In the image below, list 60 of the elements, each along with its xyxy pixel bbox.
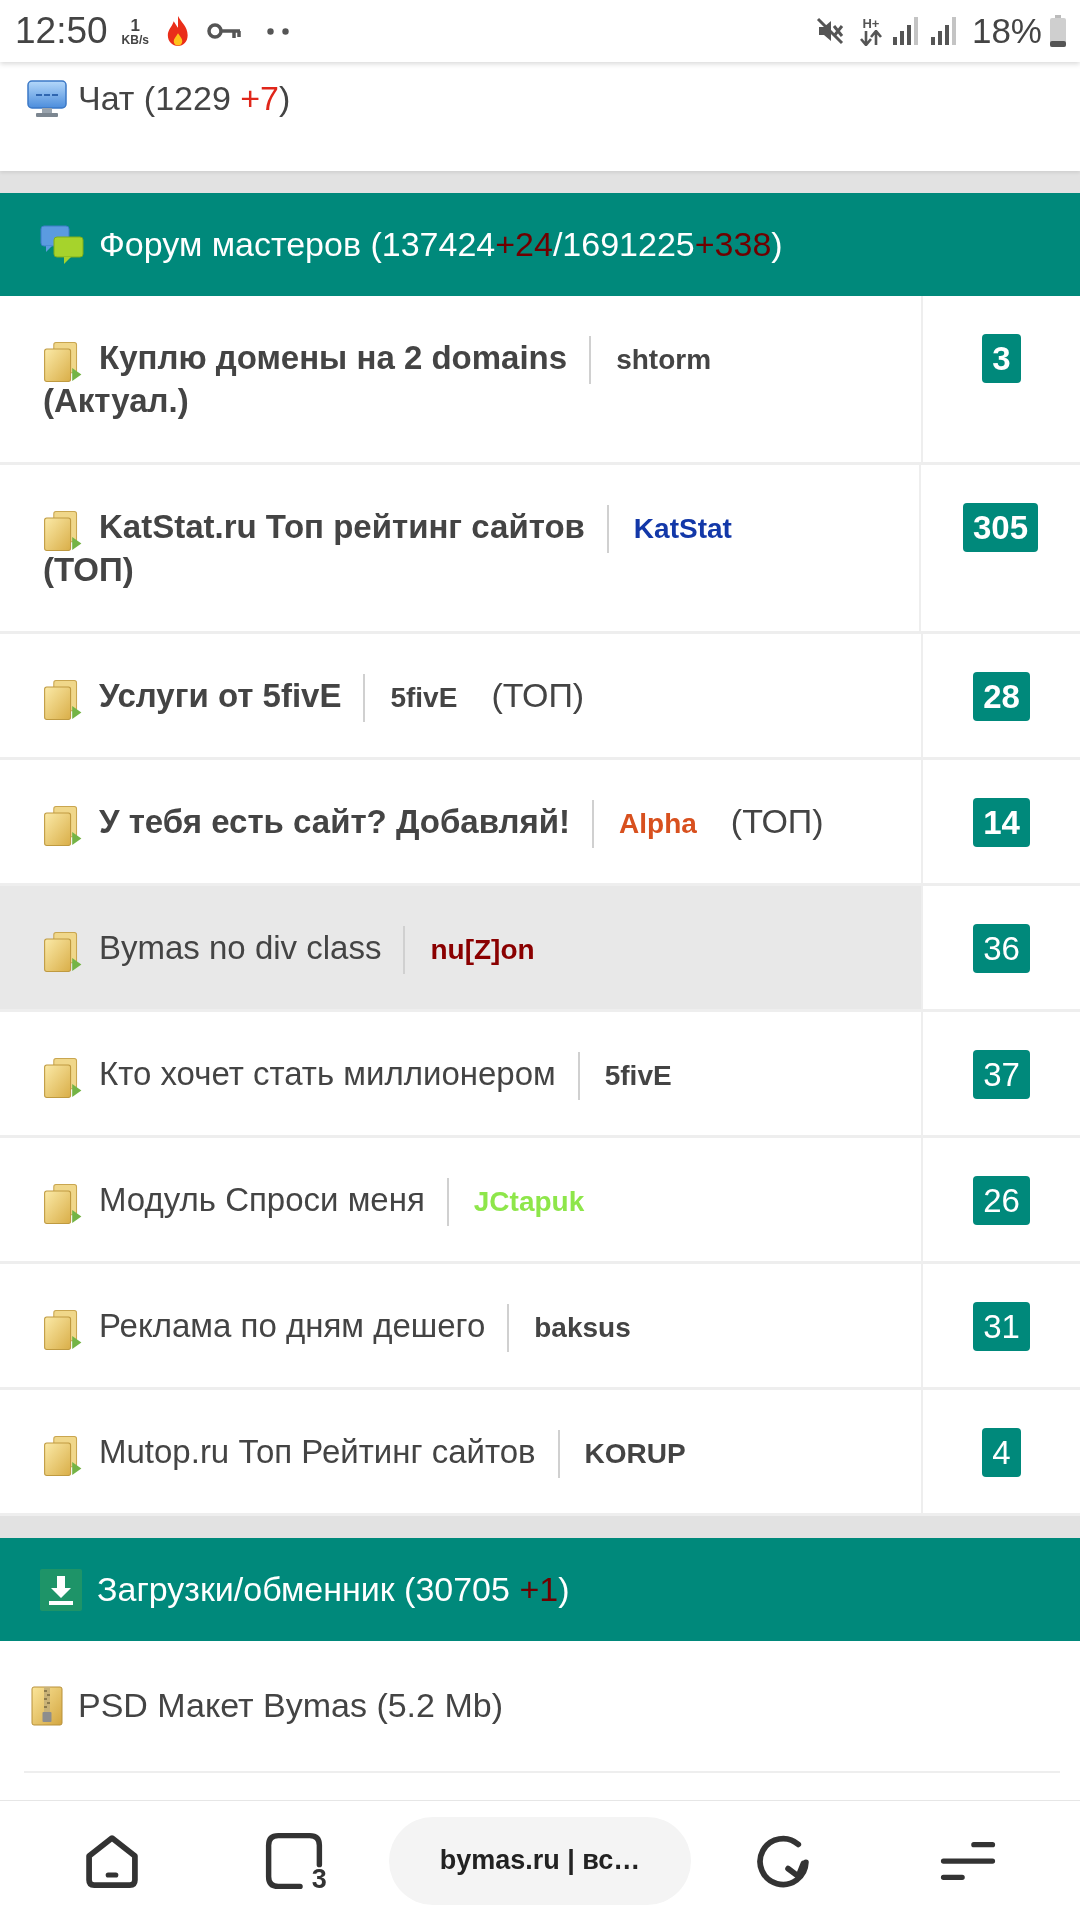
key-icon (206, 22, 241, 40)
battery-icon (1050, 15, 1066, 47)
signal-icon (929, 17, 958, 45)
reply-count-badge[interactable]: 14 (973, 798, 1030, 847)
chat-link[interactable]: Чат (1229 +7) (27, 77, 291, 120)
clock-time: 12:50 (15, 10, 108, 52)
author-link[interactable]: baksus (534, 1312, 631, 1343)
author-link[interactable]: KORUP (584, 1438, 686, 1469)
topic-title-link[interactable]: KatStat.ru Топ рейтинг сайтов (99, 508, 585, 545)
topic-title-link[interactable]: Кто хочет стать миллионером (99, 1055, 556, 1092)
network-speed: 1 KB/s (121, 16, 149, 46)
data-arrows-icon (859, 29, 882, 46)
author-link[interactable]: 5fivE (390, 682, 458, 713)
topic-title-link[interactable]: Модуль Спроси меня (99, 1181, 425, 1218)
topic-tag: (Актуал.) (43, 379, 189, 422)
folder-icon (43, 1310, 83, 1350)
download-icon (40, 1568, 82, 1611)
topic-title-link[interactable]: Bymas no div class (99, 929, 382, 966)
reply-count-badge[interactable]: 37 (973, 1050, 1030, 1099)
address-bar[interactable]: bymas.ru | вс… (389, 1816, 691, 1905)
reply-count-badge[interactable]: 3 (982, 334, 1021, 383)
home-icon[interactable] (84, 1832, 141, 1889)
topic-title-link[interactable]: Реклама по дням дешего (99, 1307, 486, 1344)
reply-count-badge[interactable]: 4 (982, 1428, 1021, 1477)
folder-icon (43, 342, 83, 382)
reply-count-badge[interactable]: 28 (973, 672, 1030, 721)
author-link[interactable]: 5fivE (604, 1060, 672, 1091)
author-link[interactable]: Alpha (619, 808, 697, 839)
folder-icon (43, 1058, 83, 1098)
topic-title-link[interactable]: Куплю домены на 2 domains (99, 339, 568, 376)
topic-tag: (ТОП) (730, 802, 824, 840)
author-link[interactable]: nu[Z]on (430, 934, 535, 965)
battery-level: 18% (971, 11, 1042, 51)
folder-icon (43, 1184, 83, 1224)
file-link[interactable]: PSD Макет Bymas (5.2 Mb) (27, 1684, 503, 1727)
speech-bubbles-icon (40, 224, 84, 265)
reply-count-badge[interactable]: 36 (973, 924, 1030, 973)
section-title-link[interactable]: Форум мастеров (137424+24/1691225+338) (99, 225, 783, 264)
network-type: H+ (862, 16, 880, 30)
topic-title-link[interactable]: Mutop.ru Топ Рейтинг сайтов (99, 1433, 536, 1470)
folder-icon (43, 1436, 83, 1476)
mute-icon (815, 17, 844, 45)
tabs-button[interactable]: 3 (264, 1830, 329, 1891)
author-link[interactable]: shtorm (616, 344, 712, 375)
topic-tag: (ТОП) (491, 676, 585, 714)
topic-title-link[interactable]: Услуги от 5fivE (99, 677, 342, 714)
folder-icon (43, 932, 83, 972)
topic-title-link[interactable]: У тебя есть сайт? Добавляй! (99, 803, 571, 840)
section-title-link[interactable]: Загрузки/обменник (30705 +1) (97, 1570, 570, 1609)
reply-count-badge[interactable]: 31 (973, 1302, 1030, 1351)
author-link[interactable]: KatStat (633, 513, 732, 544)
signal-icon (891, 17, 920, 45)
topic-tag: (ТОП) (43, 548, 134, 591)
folder-icon (43, 806, 83, 846)
folder-icon (43, 511, 83, 551)
folder-icon (43, 680, 83, 720)
monitor-icon (27, 79, 67, 118)
reply-count-badge[interactable]: 26 (973, 1176, 1030, 1225)
reply-count-badge[interactable]: 305 (962, 503, 1038, 552)
dots-icon (266, 27, 289, 35)
